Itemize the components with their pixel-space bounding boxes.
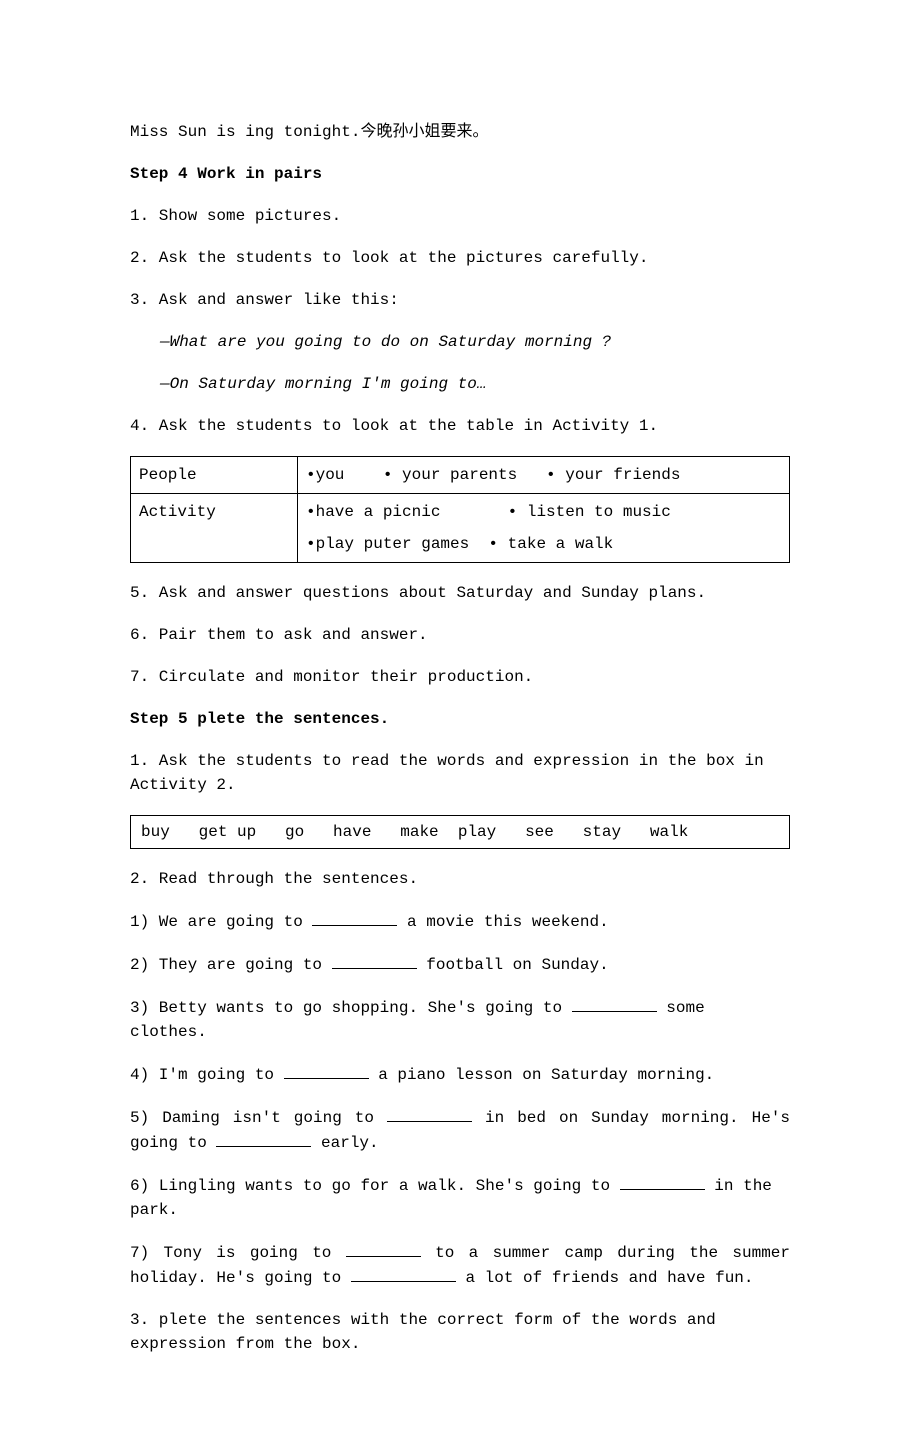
step4-heading: Step 4 Work in pairs — [130, 162, 790, 186]
q7-text-a: 7) Tony is going to — [130, 1244, 346, 1262]
q2-text-b: football on Sunday. — [417, 956, 609, 974]
q7-text-c: a lot of friends and have fun. — [456, 1269, 754, 1287]
cell-people-label: People — [131, 457, 298, 494]
step4-item-5: 5. Ask and answer questions about Saturd… — [130, 581, 790, 605]
q5-text-a: 5) Daming isn't going to — [130, 1109, 387, 1127]
step4-item-7: 7. Circulate and monitor their productio… — [130, 665, 790, 689]
q3-text-a: 3) Betty wants to go shopping. She's goi… — [130, 999, 572, 1017]
blank-input[interactable] — [620, 1173, 705, 1190]
q6: 6) Lingling wants to go for a walk. She'… — [130, 1173, 790, 1222]
step4-item-1: 1. Show some pictures. — [130, 204, 790, 228]
step4-item-4: 4. Ask the students to look at the table… — [130, 414, 790, 438]
step5-item-1: 1. Ask the students to read the words an… — [130, 749, 790, 797]
q7: 7) Tony is going to to a summer camp dur… — [130, 1240, 790, 1290]
step5-item-3: 3. plete the sentences with the correct … — [130, 1308, 790, 1356]
blank-input[interactable] — [216, 1130, 311, 1147]
q1-text-b: a movie this weekend. — [397, 913, 608, 931]
q5: 5) Daming isn't going to in bed on Sunda… — [130, 1105, 790, 1155]
activity-row-1: •have a picnic • listen to music — [306, 500, 781, 524]
q4-text-a: 4) I'm going to — [130, 1066, 284, 1084]
step4-item-3: 3. Ask and answer like this: — [130, 288, 790, 312]
step4-item-3a: —What are you going to do on Saturday mo… — [130, 330, 790, 354]
intro-line: Miss Sun is ing tonight.今晚孙小姐要来。 — [130, 120, 790, 144]
blank-input[interactable] — [332, 952, 417, 969]
word-box: buy get up go have make play see stay wa… — [130, 815, 790, 849]
step5-heading: Step 5 plete the sentences. — [130, 707, 790, 731]
q1-text-a: 1) We are going to — [130, 913, 312, 931]
cell-activity-label: Activity — [131, 494, 298, 563]
step4-item-3b: —On Saturday morning I'm going to… — [130, 372, 790, 396]
step4-item-6: 6. Pair them to ask and answer. — [130, 623, 790, 647]
q2: 2) They are going to football on Sunday. — [130, 952, 790, 977]
activity-row-2: •play puter games • take a walk — [306, 532, 781, 556]
cell-people-values: •you • your parents • your friends — [298, 457, 790, 494]
step4-item-2: 2. Ask the students to look at the pictu… — [130, 246, 790, 270]
blank-input[interactable] — [387, 1105, 472, 1122]
step5-item-2: 2. Read through the sentences. — [130, 867, 790, 891]
blank-input[interactable] — [346, 1240, 421, 1257]
blank-input[interactable] — [284, 1062, 369, 1079]
q2-text-a: 2) They are going to — [130, 956, 332, 974]
q1: 1) We are going to a movie this weekend. — [130, 909, 790, 934]
q3: 3) Betty wants to go shopping. She's goi… — [130, 995, 790, 1044]
blank-input[interactable] — [351, 1265, 456, 1282]
table-row: Activity •have a picnic • listen to musi… — [131, 494, 790, 563]
q5-text-c: early. — [311, 1134, 378, 1152]
table-row: People •you • your parents • your friend… — [131, 457, 790, 494]
blank-input[interactable] — [312, 909, 397, 926]
q6-text-a: 6) Lingling wants to go for a walk. She'… — [130, 1177, 620, 1195]
activity-table: People •you • your parents • your friend… — [130, 456, 790, 563]
q4: 4) I'm going to a piano lesson on Saturd… — [130, 1062, 790, 1087]
blank-input[interactable] — [572, 995, 657, 1012]
cell-activity-values: •have a picnic • listen to music •play p… — [298, 494, 790, 563]
q4-text-b: a piano lesson on Saturday morning. — [369, 1066, 715, 1084]
document-page: Miss Sun is ing tonight.今晚孙小姐要来。 Step 4 … — [0, 0, 920, 1454]
